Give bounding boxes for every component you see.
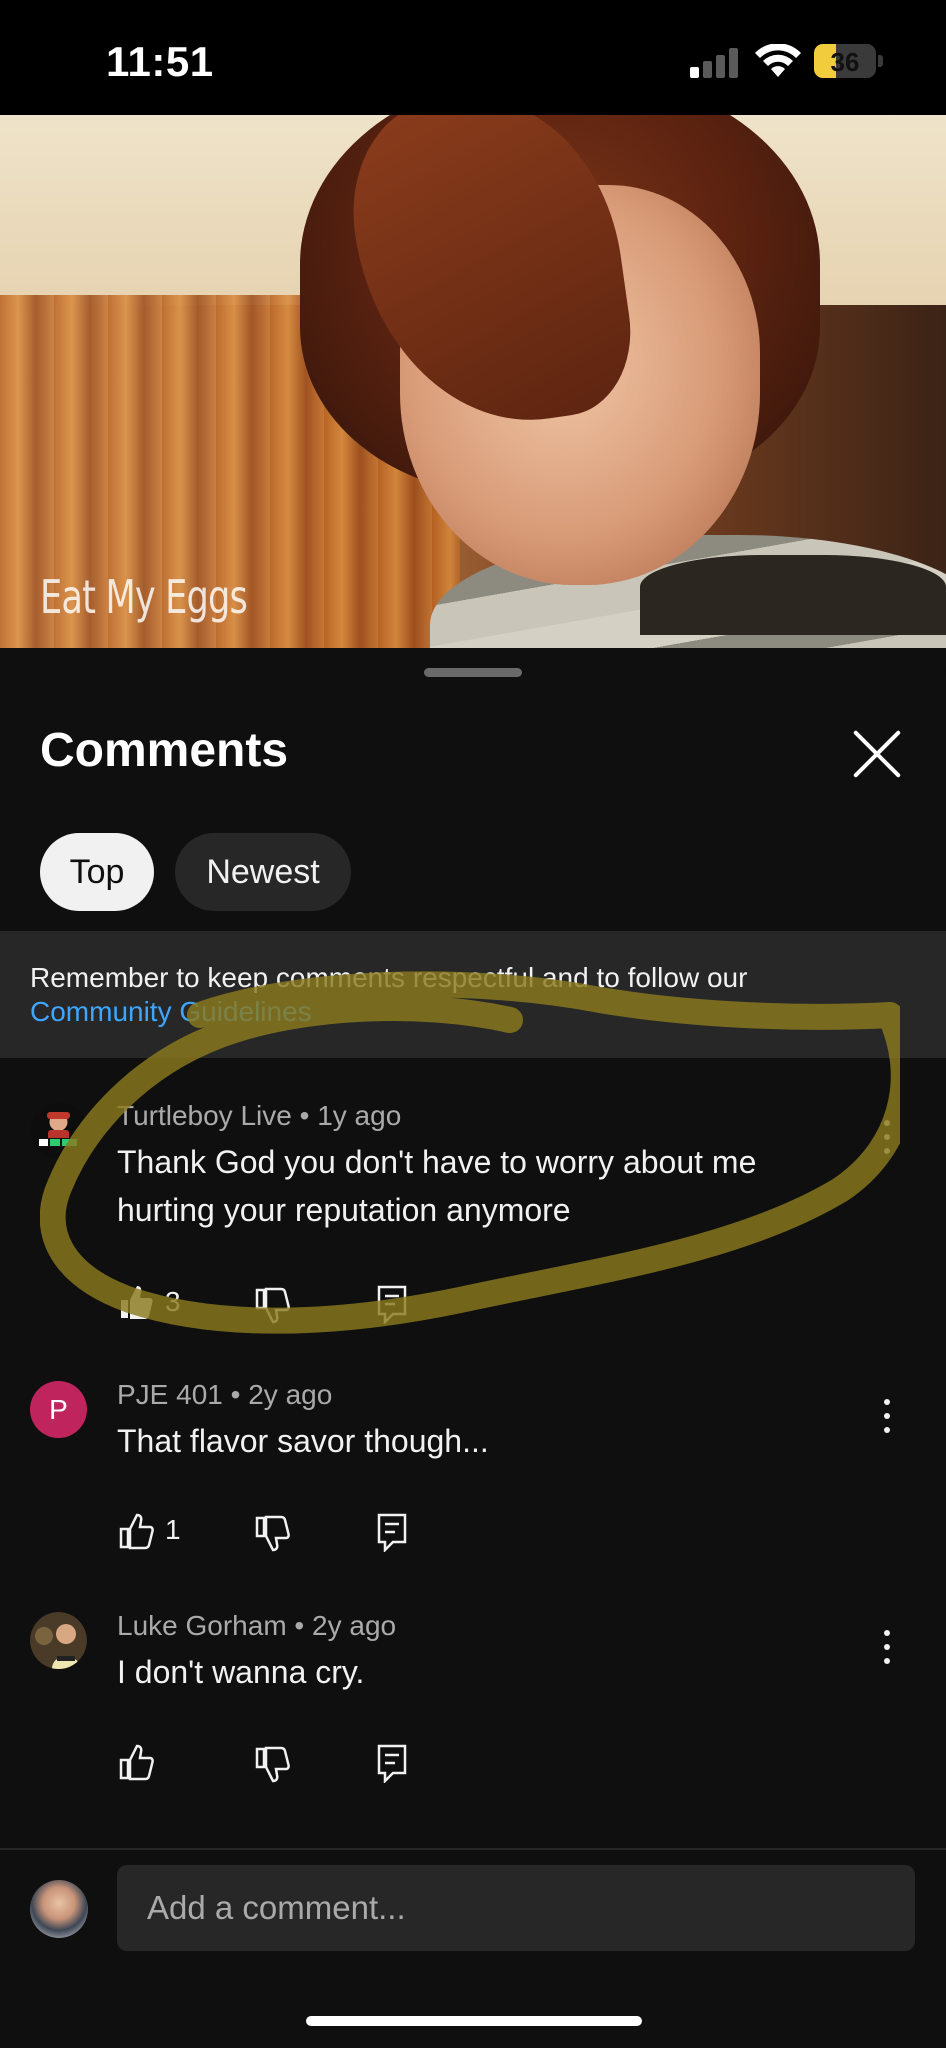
battery-icon: 36 <box>814 44 876 78</box>
cellular-signal-icon <box>690 48 740 78</box>
like-count: 3 <box>165 1286 181 1317</box>
comment-item: Turtleboy Live • 1y ago Thank God you do… <box>0 1100 946 1352</box>
reply-icon[interactable] <box>376 1284 408 1324</box>
comments-sheet: Comments Top Newest Remember to keep com… <box>0 650 946 2048</box>
comment-time: 2y ago <box>248 1379 333 1410</box>
add-comment-field[interactable] <box>117 1865 915 1951</box>
comment-meta: Turtleboy Live • 1y ago <box>117 1100 401 1132</box>
comment-item: P PJE 401 • 2y ago That flavor savor tho… <box>0 1379 946 1591</box>
video-collar <box>640 555 946 635</box>
more-options-icon[interactable] <box>872 1117 902 1157</box>
comment-text: I don't wanna cry. <box>117 1654 365 1690</box>
like-icon[interactable] <box>118 1511 154 1551</box>
comments-title: Comments <box>40 724 289 777</box>
video-player[interactable]: Eat My Eggs <box>0 115 946 648</box>
meta-separator: • <box>299 1100 318 1131</box>
comment-author[interactable]: Luke Gorham <box>117 1610 287 1641</box>
comment-meta: PJE 401 • 2y ago <box>117 1379 332 1411</box>
more-options-icon[interactable] <box>872 1396 902 1436</box>
status-bar: 11:51 36 <box>0 0 946 115</box>
avatar[interactable]: P <box>30 1381 87 1438</box>
comment-text: Thank God you don't have to worry about … <box>117 1144 757 1228</box>
comment-text: That flavor savor though... <box>117 1423 489 1459</box>
comment-time: 1y ago <box>317 1100 402 1131</box>
reply-icon[interactable] <box>376 1512 408 1552</box>
home-indicator[interactable] <box>306 2016 642 2026</box>
turtleboy-avatar-icon <box>30 1102 87 1159</box>
battery-level: 36 <box>830 47 860 77</box>
like-icon[interactable] <box>118 1742 154 1782</box>
sort-chip-newest[interactable]: Newest <box>175 833 351 911</box>
sort-chip-top[interactable]: Top <box>40 833 154 911</box>
like-filled-icon[interactable] <box>118 1282 154 1322</box>
notice-text: Remember to keep comments respectful and… <box>30 962 748 993</box>
add-comment-input[interactable] <box>117 1865 915 1951</box>
like-count: 1 <box>165 1514 181 1545</box>
comment-time: 2y ago <box>312 1610 397 1641</box>
comment-author[interactable]: PJE 401 <box>117 1379 223 1410</box>
comment-item: Luke Gorham • 2y ago I don't wanna cry. <box>0 1610 946 1822</box>
avatar[interactable] <box>30 1102 87 1159</box>
comment-meta: Luke Gorham • 2y ago <box>117 1610 396 1642</box>
composer-divider <box>0 1848 946 1850</box>
dislike-icon[interactable] <box>254 1745 290 1785</box>
dislike-icon[interactable] <box>254 1286 290 1326</box>
dislike-icon[interactable] <box>254 1514 290 1554</box>
comment-author[interactable]: Turtleboy Live <box>117 1100 292 1131</box>
more-options-icon[interactable] <box>872 1627 902 1667</box>
wifi-icon <box>755 44 801 77</box>
avatar[interactable] <box>30 1612 87 1669</box>
reply-icon[interactable] <box>376 1743 408 1783</box>
current-user-avatar[interactable] <box>30 1880 88 1938</box>
community-guidelines-link[interactable]: Community Guidelines <box>30 995 312 1029</box>
meta-separator: • <box>230 1379 249 1410</box>
meta-separator: • <box>294 1610 313 1641</box>
community-notice: Remember to keep comments respectful and… <box>0 931 946 1058</box>
video-title-overlay: Eat My Eggs <box>40 570 248 624</box>
drag-handle[interactable] <box>424 668 522 677</box>
status-time: 11:51 <box>106 38 214 85</box>
battery-nub <box>878 55 883 67</box>
close-icon[interactable] <box>850 727 904 781</box>
luke-avatar-icon <box>30 1612 87 1669</box>
